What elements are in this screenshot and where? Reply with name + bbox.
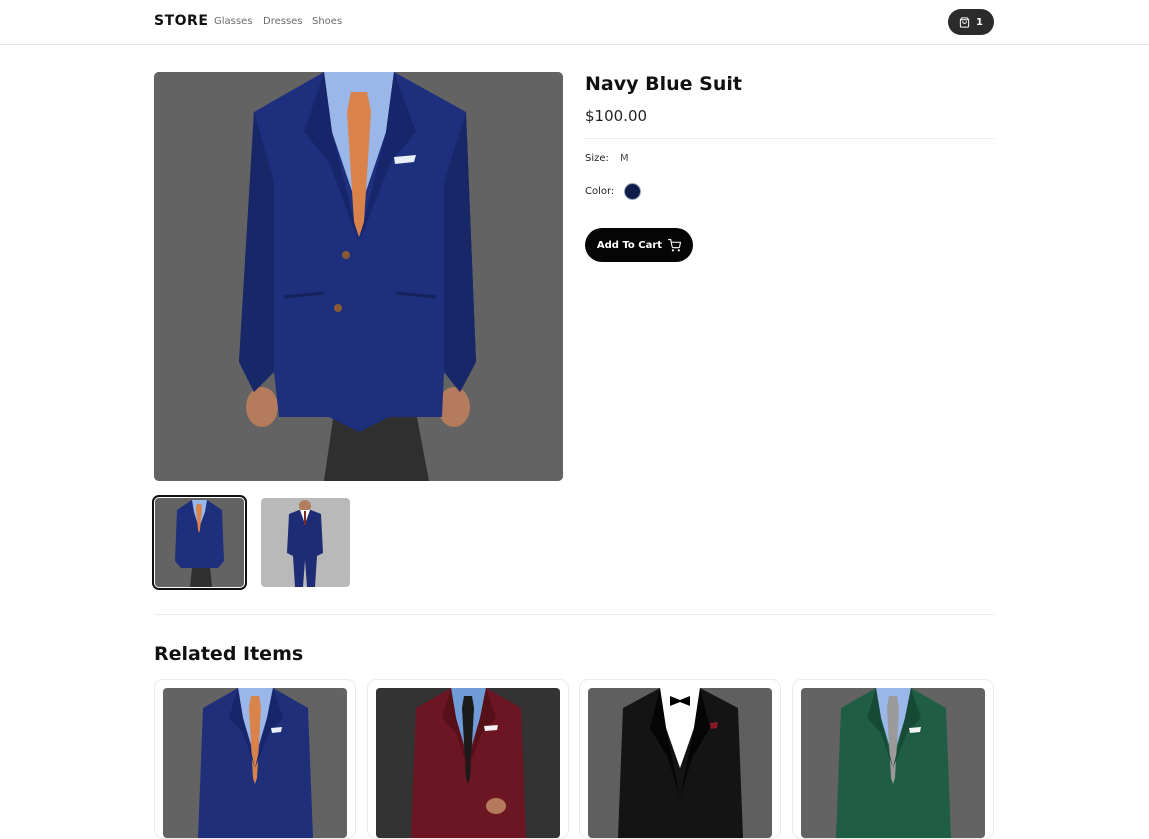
thumbnail-1[interactable] xyxy=(152,495,247,590)
nav-link-dresses[interactable]: Dresses xyxy=(263,16,303,27)
related-item-card[interactable] xyxy=(792,679,994,839)
product-main-image xyxy=(154,72,563,481)
cart-count: 1 xyxy=(976,16,983,28)
nav-link-shoes[interactable]: Shoes xyxy=(312,16,342,27)
store-logo[interactable]: STORE xyxy=(154,13,208,29)
shopping-bag-icon xyxy=(959,16,970,28)
size-label: Size: xyxy=(585,153,609,164)
size-value: M xyxy=(620,153,629,164)
divider xyxy=(585,138,994,139)
section-divider xyxy=(154,614,994,615)
related-item-card[interactable] xyxy=(579,679,781,839)
related-item-image xyxy=(163,688,347,838)
related-item-card[interactable] xyxy=(154,679,356,839)
add-to-cart-label: Add To Cart xyxy=(596,239,663,251)
product-price: $100.00 xyxy=(585,107,648,125)
related-items-heading: Related Items xyxy=(154,643,304,665)
color-label: Color: xyxy=(585,186,615,197)
product-title: Navy Blue Suit xyxy=(585,73,742,95)
related-item-image xyxy=(801,688,985,838)
cart-button[interactable]: 1 xyxy=(948,9,994,35)
add-to-cart-button[interactable]: Add To Cart xyxy=(585,228,693,262)
cart-icon xyxy=(668,238,682,252)
color-swatch[interactable] xyxy=(624,183,641,200)
related-item-image xyxy=(588,688,772,838)
thumbnail-2[interactable] xyxy=(261,498,350,587)
nav-link-glasses[interactable]: Glasses xyxy=(214,16,252,27)
related-item-image xyxy=(376,688,560,838)
related-item-card[interactable] xyxy=(367,679,569,839)
top-navbar: STORE Glasses Dresses Shoes 1 xyxy=(0,0,1149,45)
